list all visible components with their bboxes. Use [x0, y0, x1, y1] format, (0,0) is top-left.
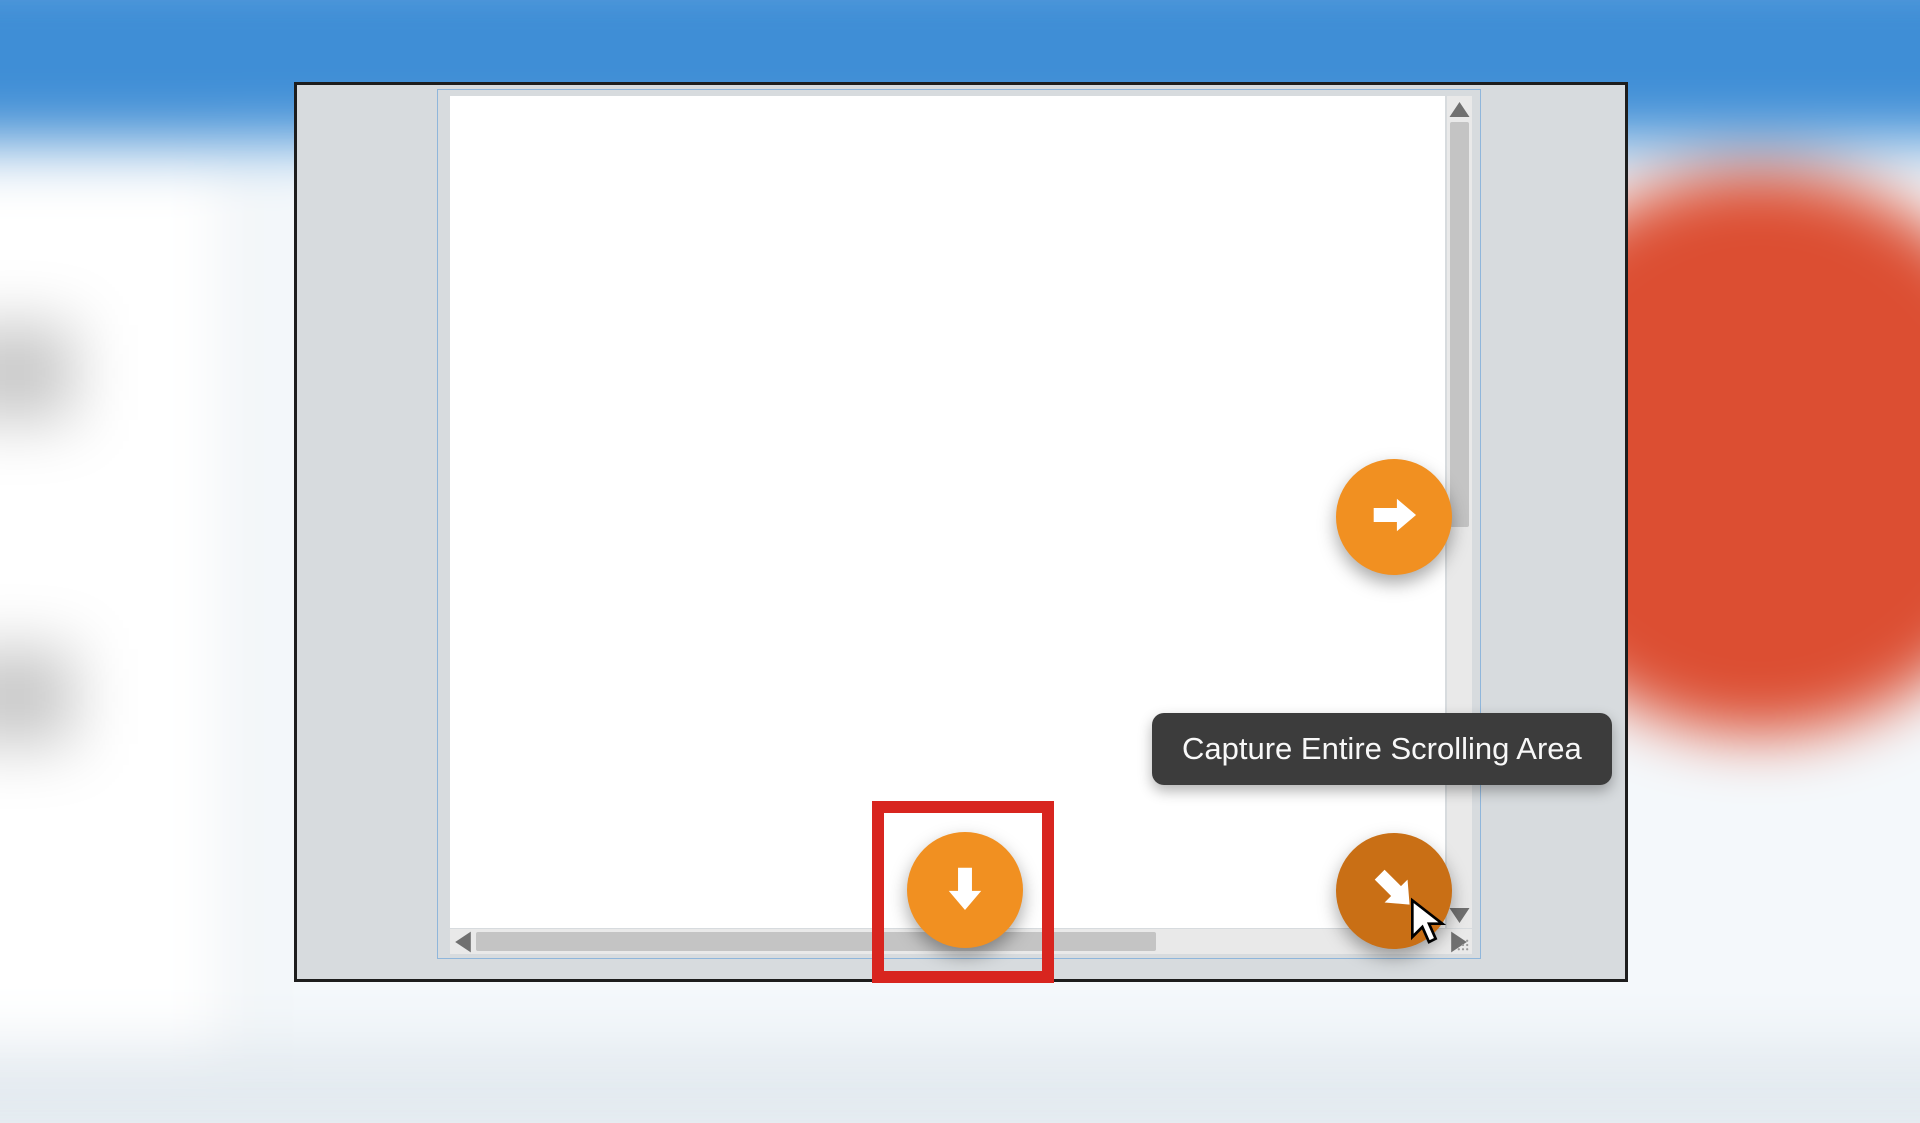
capture-entire-scrolling-area-button[interactable]: [1336, 833, 1452, 949]
arrow-down-icon: [936, 859, 994, 922]
tooltip: Capture Entire Scrolling Area: [1152, 713, 1612, 785]
scroll-up-arrow-icon[interactable]: [1447, 96, 1472, 122]
scroll-right-button[interactable]: [1336, 459, 1452, 575]
scroll-left-arrow-icon[interactable]: [450, 929, 476, 954]
arrow-right-icon: [1365, 486, 1423, 549]
arrow-down-right-icon: [1365, 860, 1423, 923]
document-content-area: [450, 96, 1445, 928]
selection-outline: [437, 89, 1481, 959]
horizontal-scroll-thumb[interactable]: [476, 932, 1156, 951]
capture-region-window: Capture Entire Scrolling Area: [294, 82, 1628, 982]
resize-grip-icon[interactable]: [1456, 938, 1470, 952]
tooltip-text: Capture Entire Scrolling Area: [1182, 731, 1582, 766]
scroll-down-arrow-icon[interactable]: [1447, 902, 1472, 928]
vertical-scroll-thumb[interactable]: [1450, 122, 1469, 527]
scroll-down-button[interactable]: [907, 832, 1023, 948]
